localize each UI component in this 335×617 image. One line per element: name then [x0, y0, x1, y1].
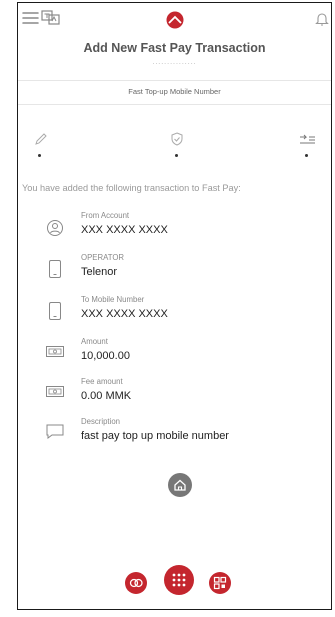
chart-icon: [129, 578, 143, 588]
detail-label: Description: [81, 417, 120, 426]
detail-to-mobile-number: To Mobile Number XXX XXXX XXXX: [18, 295, 331, 335]
step-dot: [175, 154, 178, 157]
language-icon[interactable]: [41, 9, 61, 27]
home-button[interactable]: [168, 473, 192, 497]
detail-label: Fee amount: [81, 377, 123, 386]
detail-label: OPERATOR: [81, 253, 125, 262]
bell-icon[interactable]: [315, 11, 329, 27]
menu-icon[interactable]: [22, 11, 40, 25]
shield-check-icon: [171, 132, 183, 146]
home-icon: [174, 479, 186, 491]
bottom-nav-right-button[interactable]: [209, 572, 231, 594]
detail-from-account: From Account XXX XXXX XXXX: [18, 211, 331, 251]
detail-label: To Mobile Number: [81, 295, 145, 304]
detail-value: fast pay top up mobile number: [81, 430, 229, 442]
tab-label: Fast Top-up Mobile Number: [128, 87, 221, 96]
step-dot: [38, 154, 41, 157]
bottom-nav-left-button[interactable]: [125, 572, 147, 594]
detail-fee-amount: Fee amount 0.00 MMK: [18, 377, 331, 417]
app-screen: Add New Fast Pay Transaction ...........…: [17, 2, 332, 610]
detail-value: XXX XXXX XXXX: [81, 224, 168, 236]
detail-value: 0.00 MMK: [81, 390, 132, 402]
page-title: Add New Fast Pay Transaction: [83, 41, 266, 55]
detail-value: 10,000.00: [81, 350, 130, 362]
detail-amount: Amount 10,000.00: [18, 337, 331, 377]
detail-label: Amount: [81, 337, 108, 346]
detail-value: XXX XXXX XXXX: [81, 308, 168, 320]
pencil-icon: [35, 133, 47, 145]
user-circle-icon: [47, 220, 63, 236]
detail-value: Telenor: [81, 266, 118, 278]
bottom-nav-menu-button[interactable]: [164, 565, 194, 595]
subtitle-dots: ...............: [152, 59, 197, 66]
speech-bubble-icon: [46, 424, 64, 439]
intro-text: You have added the following transaction…: [22, 183, 241, 193]
list-arrow-icon: [300, 134, 315, 144]
phone-icon: [49, 260, 61, 278]
banknote-icon: [46, 386, 64, 397]
qr-icon: [213, 576, 227, 590]
detail-description: Description fast pay top up mobile numbe…: [18, 417, 331, 457]
detail-operator: OPERATOR Telenor: [18, 253, 331, 293]
grid-icon: [172, 573, 186, 587]
step-dot: [305, 154, 308, 157]
bank-logo-icon: [166, 11, 184, 29]
tab-fast-topup[interactable]: Fast Top-up Mobile Number: [18, 80, 331, 105]
banknote-icon: [46, 346, 64, 357]
detail-label: From Account: [81, 211, 130, 220]
phone-icon: [49, 302, 61, 320]
